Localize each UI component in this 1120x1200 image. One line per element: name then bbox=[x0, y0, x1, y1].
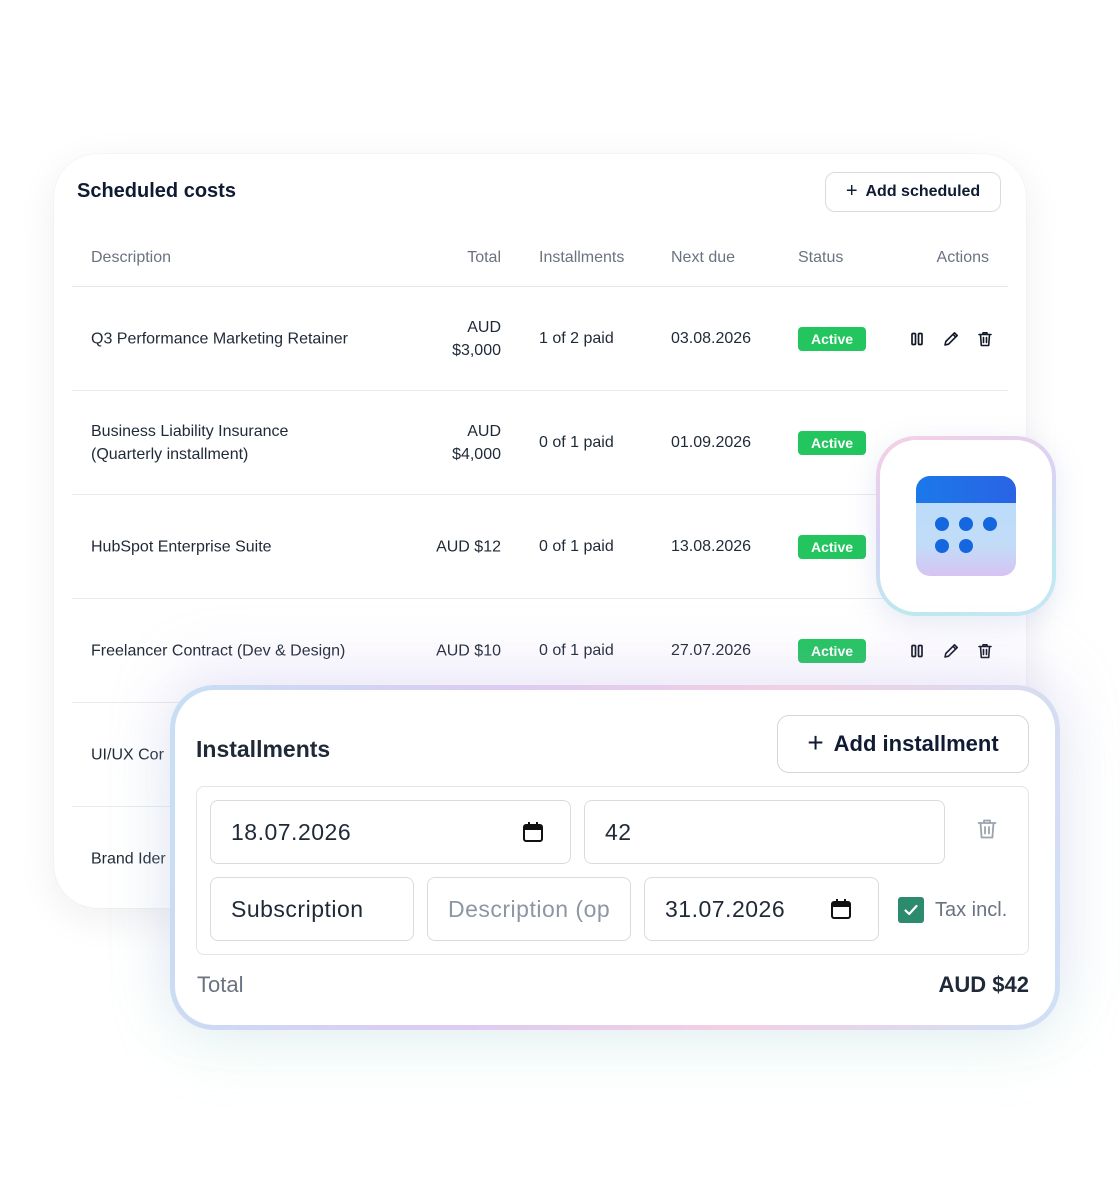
row-description: Business Liability Insurance (Quarterly … bbox=[91, 420, 411, 466]
row-total: AUD $3,000 bbox=[452, 316, 501, 362]
row-installments: 0 of 1 paid bbox=[539, 537, 614, 555]
installments-panel: Installments + Add installment 18.07.202… bbox=[170, 685, 1060, 1030]
row-description: HubSpot Enterprise Suite bbox=[91, 535, 411, 558]
checkmark-icon bbox=[904, 904, 918, 916]
add-installment-label: Add installment bbox=[833, 731, 999, 756]
description-line: (Quarterly installment) bbox=[91, 445, 249, 463]
status-badge: Active bbox=[798, 430, 867, 455]
calendar-badge-inner bbox=[880, 440, 1052, 612]
column-total: Total bbox=[467, 249, 501, 266]
installment-date-field[interactable]: 18.07.2026 bbox=[210, 800, 571, 864]
description-line: HubSpot Enterprise Suite bbox=[91, 538, 272, 555]
add-installment-button[interactable]: + Add installment bbox=[777, 715, 1029, 773]
row-total: AUD $4,000 bbox=[452, 420, 501, 466]
category-field[interactable]: Subscription bbox=[210, 877, 414, 941]
description-line: Freelancer Contract (Dev & Design) bbox=[91, 642, 346, 659]
installments-panel-inner: Installments + Add installment 18.07.202… bbox=[175, 690, 1055, 1025]
installment-entry: 18.07.2026 42 Subscription Description (… bbox=[196, 786, 1029, 955]
column-next-due: Next due bbox=[671, 249, 736, 266]
calendar-picker-icon[interactable] bbox=[830, 898, 852, 920]
due-date-field[interactable]: 31.07.2026 bbox=[644, 877, 879, 941]
status-badge: Active bbox=[798, 638, 867, 663]
pencil-icon[interactable] bbox=[942, 330, 960, 348]
column-installments: Installments bbox=[539, 249, 625, 266]
column-actions: Actions bbox=[936, 249, 989, 266]
total-amount: $3,000 bbox=[452, 341, 501, 359]
table-row[interactable]: HubSpot Enterprise Suite AUD $12 0 of 1 … bbox=[72, 495, 1008, 599]
tax-label: Tax incl. bbox=[935, 898, 1008, 921]
row-next-due: 03.08.2026 bbox=[671, 329, 752, 347]
row-status: Active bbox=[798, 534, 867, 559]
column-status: Status bbox=[798, 249, 844, 266]
row-installments: 0 of 1 paid bbox=[539, 433, 614, 451]
trash-icon[interactable] bbox=[975, 817, 999, 841]
pencil-icon[interactable] bbox=[942, 642, 960, 660]
calendar-picker-icon[interactable] bbox=[522, 821, 544, 843]
add-scheduled-button[interactable]: + Add scheduled bbox=[825, 172, 1001, 212]
calendar-icon bbox=[916, 476, 1016, 576]
installment-date-value: 18.07.2026 bbox=[231, 818, 352, 845]
total-amount: $4,000 bbox=[452, 445, 501, 463]
row-total: AUD $10 bbox=[436, 639, 501, 662]
total-currency: AUD bbox=[467, 422, 501, 440]
installment-amount-value: 42 bbox=[605, 818, 632, 845]
status-badge: Active bbox=[798, 534, 867, 559]
description-field[interactable]: Description (op bbox=[427, 877, 631, 941]
total-value: AUD $42 bbox=[938, 972, 1029, 997]
total-currency: AUD bbox=[467, 318, 501, 336]
tax-included-toggle[interactable]: Tax incl. bbox=[898, 897, 1007, 923]
due-date-value: 31.07.2026 bbox=[665, 895, 786, 922]
table-header: Description Total Installments Next due … bbox=[72, 230, 1008, 287]
row-status: Active bbox=[798, 430, 867, 455]
installment-amount-field[interactable]: 42 bbox=[584, 800, 945, 864]
row-status: Active bbox=[798, 638, 867, 663]
total-amount: AUD $10 bbox=[436, 642, 501, 659]
row-installments: 1 of 2 paid bbox=[539, 329, 614, 347]
row-status: Active bbox=[798, 326, 867, 351]
row-description: Q3 Performance Marketing Retainer bbox=[91, 327, 411, 350]
trash-icon[interactable] bbox=[976, 642, 994, 660]
calendar-badge bbox=[876, 436, 1056, 616]
row-total: AUD $12 bbox=[436, 535, 501, 558]
installments-title: Installments bbox=[196, 736, 331, 762]
row-next-due: 13.08.2026 bbox=[671, 537, 752, 555]
row-description: Freelancer Contract (Dev & Design) bbox=[91, 639, 411, 662]
row-next-due: 27.07.2026 bbox=[671, 641, 752, 659]
description-line: Q3 Performance Marketing Retainer bbox=[91, 330, 348, 347]
trash-icon[interactable] bbox=[976, 330, 994, 348]
add-scheduled-label: Add scheduled bbox=[865, 183, 981, 200]
pause-icon[interactable] bbox=[908, 642, 926, 660]
table-row[interactable]: Q3 Performance Marketing Retainer AUD $3… bbox=[72, 287, 1008, 391]
description-line: Business Liability Insurance bbox=[91, 422, 289, 440]
column-description: Description bbox=[91, 249, 172, 266]
tax-checkbox[interactable] bbox=[898, 897, 924, 923]
category-value: Subscription bbox=[231, 895, 364, 922]
table-row[interactable]: Business Liability Insurance (Quarterly … bbox=[72, 391, 1008, 495]
status-badge: Active bbox=[798, 326, 867, 351]
pause-icon[interactable] bbox=[908, 330, 926, 348]
total-label: Total bbox=[197, 972, 244, 997]
row-next-due: 01.09.2026 bbox=[671, 433, 752, 451]
row-actions bbox=[908, 330, 994, 348]
row-actions bbox=[908, 642, 994, 660]
plus-icon: + bbox=[807, 726, 824, 758]
description-placeholder: Description (op bbox=[448, 895, 610, 922]
card-title: Scheduled costs bbox=[77, 180, 236, 202]
row-installments: 0 of 1 paid bbox=[539, 641, 614, 659]
total-amount: AUD $12 bbox=[436, 538, 501, 555]
plus-icon: + bbox=[845, 180, 858, 202]
